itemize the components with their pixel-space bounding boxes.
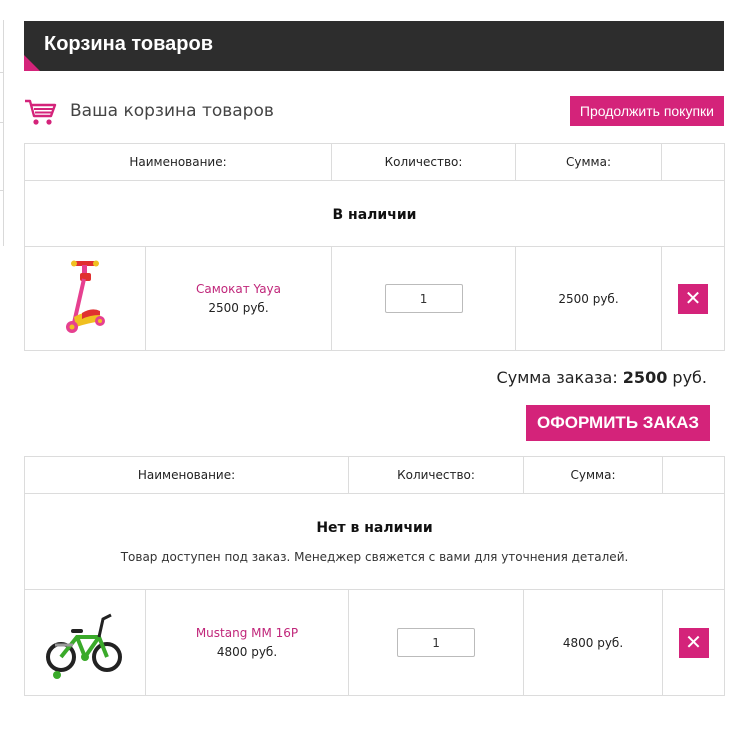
product-price: 4800 руб.: [216, 645, 278, 659]
column-header-quantity: Количество:: [348, 456, 525, 494]
cart-caption: Ваша корзина товаров: [70, 101, 274, 121]
column-header-name: Наименование:: [23, 143, 333, 181]
item-sum: 4800 руб.: [523, 589, 664, 696]
table-row: Самокат Yaya 2500 руб. 2500 руб. ✕: [24, 246, 726, 351]
product-image-bicycle[interactable]: [45, 601, 125, 681]
remove-item-button[interactable]: ✕: [678, 627, 709, 658]
product-image-scooter[interactable]: [62, 257, 108, 337]
shopping-cart-icon: [25, 99, 57, 125]
header-corner-accent: [24, 55, 40, 71]
section-row: Нет в наличии Товар доступен под заказ. …: [23, 493, 726, 590]
order-total: Сумма заказа: 2500 руб.: [497, 368, 707, 387]
sidebar-divider: [0, 190, 4, 191]
section-title-in-stock: В наличии: [332, 207, 417, 223]
product-info-cell: Самокат Yaya 2500 руб.: [144, 246, 333, 351]
product-name-link[interactable]: Самокат Yaya: [146, 282, 331, 296]
remove-item-button[interactable]: ✕: [678, 283, 709, 314]
column-header-sum: Сумма:: [515, 143, 663, 181]
checkout-button[interactable]: ОФОРМИТЬ ЗАКАЗ: [526, 405, 710, 441]
continue-shopping-button[interactable]: Продолжить покупки: [569, 96, 724, 126]
close-icon: ✕: [684, 285, 702, 310]
quantity-input[interactable]: [397, 628, 476, 657]
column-header-name: Наименование:: [23, 456, 350, 494]
section-row: В наличии: [23, 180, 726, 247]
quantity-cell: [331, 246, 517, 351]
product-info-cell: Mustang MM 16P 4800 руб.: [144, 589, 350, 696]
sidebar-edge: [0, 20, 4, 246]
table-header-row: Наименование: Количество: Сумма:: [23, 143, 726, 181]
column-header-quantity: Количество:: [331, 143, 517, 181]
quantity-input[interactable]: [384, 284, 463, 313]
cart-summary-bar: Ваша корзина товаров Продолжить покупки: [24, 96, 724, 126]
cart-table-out-of-stock: Наименование: Количество: Сумма: Нет в н…: [23, 456, 726, 696]
column-header-sum: Сумма:: [523, 456, 664, 494]
section-note: Товар доступен под заказ. Менеджер свяже…: [120, 549, 629, 564]
cart-table-in-stock: Наименование: Количество: Сумма: В налич…: [23, 143, 726, 351]
sidebar-divider: [0, 122, 4, 123]
delete-cell: ✕: [661, 246, 726, 351]
table-header-row: Наименование: Количество: Сумма:: [23, 456, 726, 494]
table-row: Mustang MM 16P 4800 руб. 4800 руб. ✕: [24, 589, 726, 696]
product-price: 2500 руб.: [208, 301, 269, 315]
close-icon: ✕: [685, 629, 702, 654]
order-total-label: Сумма заказа:: [496, 368, 618, 387]
sidebar-divider: [0, 72, 4, 73]
page-title: Корзина товаров: [44, 33, 214, 55]
item-sum: 2500 руб.: [515, 246, 663, 351]
column-header-actions: [661, 143, 726, 181]
product-image-cell: [24, 246, 146, 351]
order-total-value: 2500: [622, 368, 668, 387]
product-image-cell: [24, 589, 146, 696]
column-header-actions: [662, 456, 726, 494]
product-name-link[interactable]: Mustang MM 16P: [146, 626, 348, 640]
page-header: Корзина товаров: [24, 21, 724, 71]
order-total-currency: руб.: [672, 368, 707, 387]
delete-cell: ✕: [662, 589, 726, 696]
quantity-cell: [348, 589, 525, 696]
section-title-out-of-stock: Нет в наличии: [316, 519, 433, 536]
